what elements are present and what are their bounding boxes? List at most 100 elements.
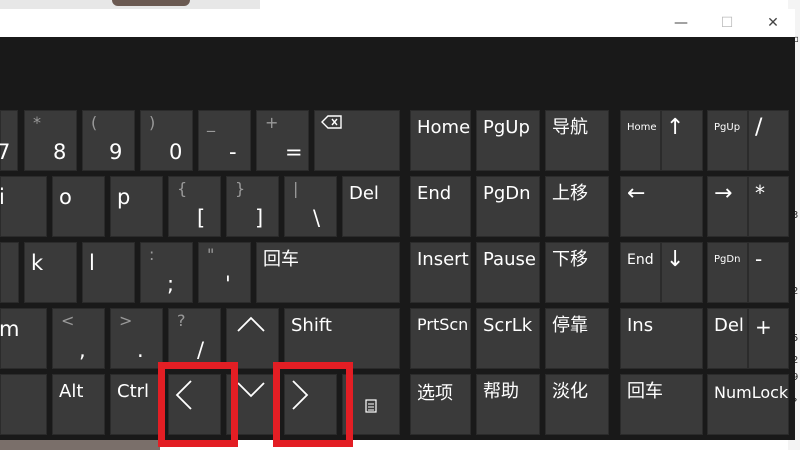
key-p[interactable]: p [110,176,163,237]
key-label: PgUp [483,117,530,138]
key-pgup[interactable]: PgUp [476,110,540,171]
key-numpad-end[interactable]: End [620,242,661,303]
key-o[interactable]: o [52,176,105,237]
key-label: 上移 [552,183,588,204]
backspace-icon [321,115,342,129]
key-label: 选项 [417,383,453,404]
key-backspace[interactable] [314,110,400,171]
key-alt[interactable]: Alt [52,374,105,435]
minimize-glyph: — [674,15,688,31]
chevron-left-icon [175,380,192,410]
key-shift-label: | [293,179,299,198]
key-menu[interactable] [342,374,400,435]
key-numpad-divide[interactable]: / [748,110,789,171]
key-insert[interactable]: Insert [410,242,471,303]
key-left-arrow[interactable] [168,374,221,435]
key-label: / [755,115,763,140]
key-shift[interactable]: Shift [284,308,400,369]
key-minus[interactable]: _ - [198,110,251,171]
key-semicolon[interactable]: : ; [140,242,193,303]
key-label: ScrLk [483,315,533,336]
key-label: 淡化 [552,381,588,402]
key-slash[interactable]: ? / [168,308,221,369]
key-numpad-minus[interactable]: - [748,242,789,303]
key-up-arrow[interactable] [226,308,279,369]
key-enter[interactable]: 回车 [256,242,400,303]
key-pause[interactable]: Pause [476,242,540,303]
minimize-icon[interactable]: — [658,9,704,37]
key-label: 帮助 [483,381,519,402]
key-label: PrtScn [417,315,469,334]
key-numpad-right[interactable]: → [707,176,748,237]
key-numpad-left[interactable]: ← [620,176,703,237]
key-partial[interactable] [0,374,47,435]
key-equals[interactable]: + = [256,110,309,171]
key-label: + [755,315,772,339]
key-l[interactable]: l [82,242,135,303]
key-prtscn[interactable]: PrtScn [410,308,471,369]
key-backslash[interactable]: | \ [284,176,337,237]
key-move-up[interactable]: 上移 [545,176,609,237]
key-numpad-up[interactable]: ↑ [661,110,703,171]
key-m[interactable]: m [0,308,47,369]
key-label: / [197,338,205,362]
key-navigate[interactable]: 导航 [545,110,609,171]
key-help[interactable]: 帮助 [476,374,540,435]
key-comma[interactable]: < , [52,308,105,369]
key-quote[interactable]: " ' [198,242,251,303]
key-j-partial[interactable] [0,242,19,303]
chevron-up-icon [237,316,265,332]
close-icon[interactable]: ✕ [750,9,796,37]
key-right-bracket[interactable]: } ] [226,176,279,237]
key-pgdn[interactable]: PgDn [476,176,540,237]
key-options[interactable]: 选项 [410,374,471,435]
key-move-down[interactable]: 下移 [545,242,609,303]
key-period[interactable]: > . [110,308,163,369]
key-label: ' [225,272,231,296]
key-numpad-del[interactable]: Del [707,308,748,369]
key-fade[interactable]: 淡化 [545,374,609,435]
key-numpad-pgup[interactable]: PgUp [707,110,748,171]
key-label: End [417,183,452,204]
key-label: . [137,338,144,362]
key-label: Del [349,183,379,204]
key-ctrl[interactable]: Ctrl [110,374,163,435]
key-end[interactable]: End [410,176,471,237]
key-numpad-pgdn[interactable]: PgDn [707,242,748,303]
key-scrlk[interactable]: ScrLk [476,308,540,369]
key-numlock[interactable]: NumLock [707,374,789,435]
key-label: Shift [291,315,332,336]
key-7[interactable]: 7 [0,110,18,171]
key-8[interactable]: * 8 [24,110,77,171]
key-label: 8 [53,140,67,164]
key-delete[interactable]: Del [342,176,400,237]
key-numpad-multiply[interactable]: * [748,176,789,237]
key-numpad-ins[interactable]: Ins [620,308,703,369]
key-label: p [117,185,131,209]
key-numpad-enter[interactable]: 回车 [620,374,703,435]
key-label: - [755,247,763,271]
key-9[interactable]: ( 9 [82,110,135,171]
key-i[interactable]: i [0,176,47,237]
key-home[interactable]: Home [410,110,471,171]
key-numpad-home[interactable]: Home [620,110,661,171]
key-left-bracket[interactable]: { [ [168,176,221,237]
key-label: l [89,251,95,275]
key-shift-label: * [33,113,41,132]
key-label: m [0,317,20,341]
key-label: 9 [109,140,123,164]
key-label: - [229,140,237,164]
key-right-arrow[interactable] [284,374,337,435]
key-numpad-plus[interactable]: + [748,308,789,369]
key-k[interactable]: k [24,242,77,303]
key-numpad-down[interactable]: ↓ [661,242,703,303]
key-label: PgUp [714,122,741,133]
key-0[interactable]: ) 0 [140,110,193,171]
key-label: Ctrl [117,381,150,402]
maximize-icon: ☐ [704,9,750,37]
key-dock[interactable]: 停靠 [545,308,609,369]
key-label: o [59,185,72,209]
key-down-arrow[interactable] [226,374,279,435]
key-label: 7 [0,140,11,164]
key-label: → [714,181,733,206]
